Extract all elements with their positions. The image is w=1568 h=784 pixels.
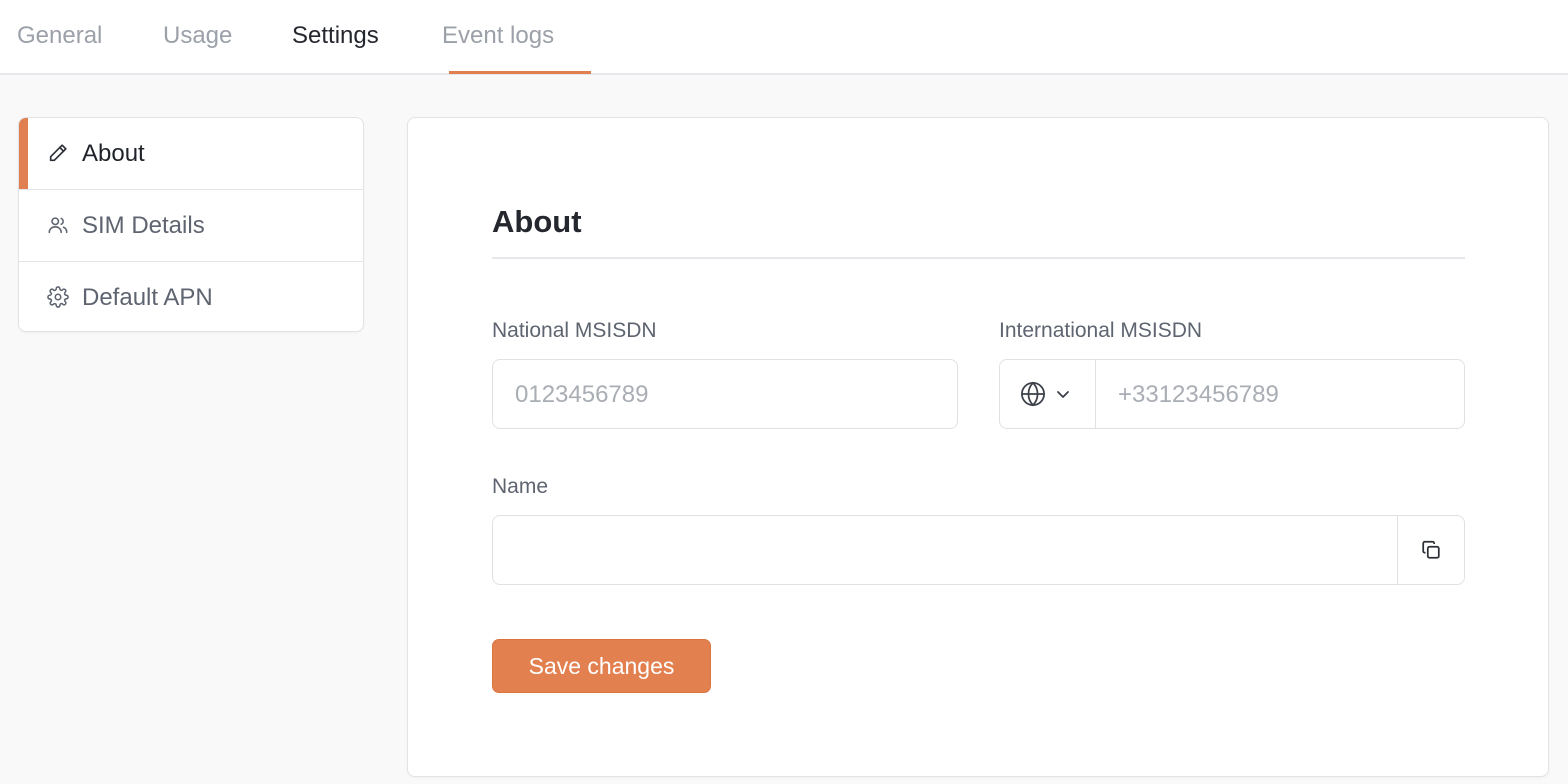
page-title: About <box>492 204 582 239</box>
copy-button[interactable] <box>1397 516 1464 584</box>
chevron-down-icon <box>1055 386 1071 402</box>
pencil-icon <box>47 142 69 164</box>
tab-event-logs[interactable]: Event logs <box>442 20 554 52</box>
country-code-select[interactable] <box>1000 360 1096 428</box>
name-label: Name <box>492 475 549 498</box>
gear-icon <box>47 286 69 308</box>
active-indicator <box>19 118 28 189</box>
international-msisdn-field: +33123456789 <box>999 359 1465 429</box>
globe-icon <box>1019 380 1047 408</box>
sidebar-item-label: SIM Details <box>82 212 205 239</box>
national-msisdn-label: National MSISDN <box>492 319 657 342</box>
international-msisdn-label: International MSISDN <box>999 319 1203 342</box>
national-msisdn-input[interactable]: 0123456789 <box>492 359 958 429</box>
name-input[interactable] <box>492 515 1465 585</box>
tab-underline <box>449 71 591 74</box>
sidebar-item-about[interactable]: About <box>19 118 363 189</box>
sidebar-item-default-apn[interactable]: Default APN <box>19 261 363 331</box>
international-msisdn-placeholder: +33123456789 <box>1118 381 1279 408</box>
tab-settings[interactable]: Settings <box>292 20 379 52</box>
about-card: About National MSISDN 0123456789 Interna… <box>407 117 1549 777</box>
settings-sidebar: About SIM Details Default APN <box>18 117 364 332</box>
copy-icon <box>1420 539 1442 561</box>
tab-general[interactable]: General <box>17 20 102 52</box>
sidebar-item-label: About <box>82 140 145 167</box>
sidebar-item-sim-details[interactable]: SIM Details <box>19 189 363 260</box>
national-msisdn-placeholder: 0123456789 <box>515 381 649 408</box>
tab-bar: General Usage Settings Event logs <box>0 0 1568 75</box>
users-icon <box>47 214 69 236</box>
sidebar-item-label: Default APN <box>82 284 213 311</box>
title-divider <box>492 257 1465 259</box>
save-button[interactable]: Save changes <box>492 639 711 693</box>
tab-usage[interactable]: Usage <box>163 20 232 52</box>
